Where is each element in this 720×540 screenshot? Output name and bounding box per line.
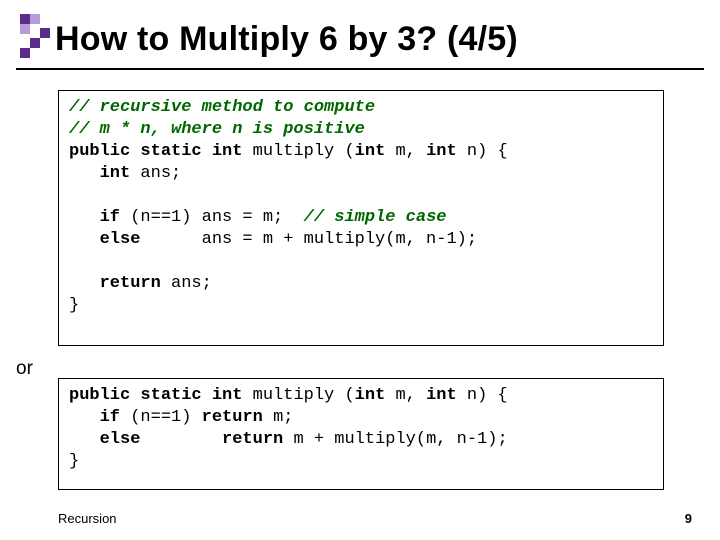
- keyword: else: [69, 230, 202, 249]
- keyword: int: [426, 386, 467, 405]
- code-block-2: public static int multiply (int m, int n…: [58, 378, 664, 490]
- deco-square: [30, 14, 40, 24]
- keyword: else: [69, 430, 222, 449]
- keyword: int: [426, 142, 467, 161]
- slide-title: How to Multiply 6 by 3? (4/5): [55, 20, 518, 59]
- keyword: return: [222, 430, 293, 449]
- deco-square: [20, 14, 30, 24]
- comment-line: // m * n, where n is positive: [69, 120, 365, 139]
- keyword: return: [69, 274, 171, 293]
- keyword: int: [355, 386, 396, 405]
- comment-line: // recursive method to compute: [69, 98, 375, 117]
- code-text: (n==1) ans = m;: [130, 208, 303, 227]
- code-text: n) {: [467, 386, 508, 405]
- code-text: m + multiply(m, n-1);: [293, 430, 507, 449]
- title-underline: [16, 68, 704, 70]
- code-block-1: // recursive method to compute // m * n,…: [58, 90, 664, 346]
- code-text: m,: [395, 142, 426, 161]
- code-text: ans;: [171, 274, 212, 293]
- keyword: return: [202, 408, 273, 427]
- code-text: m,: [395, 386, 426, 405]
- code-text: ans = m + multiply(m, n-1);: [202, 230, 477, 249]
- code-text: ans;: [140, 164, 181, 183]
- keyword: if: [69, 408, 130, 427]
- code-text: m;: [273, 408, 293, 427]
- code-text-1: // recursive method to compute // m * n,…: [69, 97, 653, 317]
- code-text: multiply (: [253, 142, 355, 161]
- code-text: (n==1): [130, 408, 201, 427]
- slide: How to Multiply 6 by 3? (4/5) // recursi…: [0, 0, 720, 540]
- code-text: multiply (: [253, 386, 355, 405]
- deco-square: [20, 24, 30, 34]
- keyword: int: [355, 142, 396, 161]
- or-label: or: [16, 358, 33, 380]
- code-text: }: [69, 452, 79, 471]
- keyword: int: [69, 164, 140, 183]
- keyword: if: [69, 208, 130, 227]
- footer-topic: Recursion: [58, 511, 117, 526]
- corner-decoration: [20, 14, 50, 64]
- page-number: 9: [685, 511, 692, 526]
- deco-square: [40, 28, 50, 38]
- code-text: }: [69, 296, 79, 315]
- keyword: public static int: [69, 142, 253, 161]
- keyword: public static int: [69, 386, 253, 405]
- code-text: n) {: [467, 142, 508, 161]
- deco-square: [20, 48, 30, 58]
- code-text-2: public static int multiply (int m, int n…: [69, 385, 653, 473]
- comment-inline: // simple case: [304, 208, 447, 227]
- deco-square: [30, 38, 40, 48]
